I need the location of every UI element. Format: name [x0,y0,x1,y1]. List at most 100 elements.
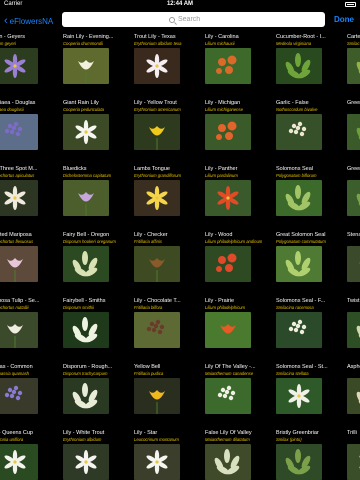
flower-cell[interactable]: Lily - Wood Lilium philadelphicum andinum [205,232,273,296]
flower-thumbnail[interactable] [205,246,251,282]
flower-cell[interactable]: Cucumber-Root - I... Medeola virginiana [276,34,344,98]
flower-thumbnail[interactable] [63,312,109,348]
flower-cell[interactable]: Solomons Seal - St... Smilacina stellata [276,364,344,428]
flower-cell[interactable]: Yellow Bell Fritillaria pudica [134,364,202,428]
flower-latin-name: Medeola virginiana [276,41,312,46]
flower-thumbnail[interactable] [0,48,38,84]
flower-thumbnail[interactable] [205,180,251,216]
flower-thumbnail[interactable] [0,378,38,414]
flower-thumbnail[interactable] [63,246,109,282]
flower-cell[interactable]: ily - Queens CupClintonia uniflora [0,430,60,480]
flower-thumbnail[interactable] [0,114,38,150]
flower-cell[interactable]: Giant Rain Lily Cooperia pedunculata [63,100,131,164]
flower-thumbnail[interactable] [134,180,180,216]
flower-cell[interactable]: nion - GeyersAllium geyeri [0,34,60,98]
flower-thumbnail[interactable] [276,378,322,414]
flower-thumbnail[interactable] [0,312,38,348]
flower-thumbnail[interactable] [0,444,38,480]
flower-cell[interactable]: Stenan [347,232,360,296]
flower-thumbnail[interactable] [276,114,322,150]
flower-cell[interactable]: Fairybell - Smiths Disporum smithii [63,298,131,362]
flower-cell[interactable]: Great Solomon Seal Polygonatum commutatum [276,232,344,296]
flower-thumbnail[interactable] [0,180,38,216]
flower-cell[interactable]: Lily - Chocolate T... Fritillaria biflora [134,298,202,362]
flower-cell[interactable]: Lily Of The Valley -... Maianthemum canad… [205,364,273,428]
flower-latin-name: Leucocrinum montanum [134,437,179,442]
flower-cell[interactable]: Trout Lily - Texas Erythronium albidum te… [134,34,202,98]
flower-common-name: Lily - White Trout [63,430,105,436]
flower-latin-name: Disporum smithii [63,305,94,310]
flower-cell[interactable]: Lily - Yellow Trout Erythronium americanu… [134,100,202,164]
flower-cell[interactable]: False Lily Of Valley Maianthemum dilatatu… [205,430,273,480]
flower-cell[interactable]: y - Three Spot M...Calochortus apiculatu… [0,166,60,230]
flower-latin-name: Erythronium americanum [134,107,181,112]
flower-cell[interactable]: Bluedicks Dichelostemma capitatum [63,166,131,230]
flower-cell[interactable]: Lily - Star Leucocrinum montanum [134,430,202,480]
flower-cell[interactable]: Lily - Panther Lilium pardalinum [205,166,273,230]
flower-cell[interactable]: Lily - Checker Fritillaria affinis [134,232,202,296]
flower-thumbnail[interactable] [276,180,322,216]
flower-cell[interactable]: Lily - Carolina Lilium michauxii [205,34,273,98]
flower-cell[interactable]: Lily - Michigan Lilium michiganense [205,100,273,164]
flower-thumbnail[interactable] [205,444,251,480]
flower-thumbnail[interactable] [63,114,109,150]
flower-thumbnail[interactable] [347,378,360,414]
flower-thumbnail[interactable] [276,444,322,480]
flower-cell[interactable]: Disporum - Rough... Disporum trachycarpum [63,364,131,428]
flower-cell[interactable]: Twist [347,298,360,362]
flower-thumbnail[interactable] [134,312,180,348]
flower-cell[interactable]: Garlic - False Nothoscordum bivalve [276,100,344,164]
flower-thumbnail[interactable] [134,246,180,282]
search-input[interactable] [178,16,218,23]
done-button[interactable]: Done [334,15,354,24]
flower-cell[interactable]: amas - CommonCamassia quamash [0,364,60,428]
flower-thumbnail[interactable] [63,48,109,84]
flower-thumbnail[interactable] [134,114,180,150]
flower-thumbnail[interactable] [0,246,38,282]
flower-thumbnail[interactable] [347,312,360,348]
flower-thumbnail[interactable] [347,114,360,150]
flower-thumbnail[interactable] [205,378,251,414]
flower-common-name: Lily - Star [134,430,158,436]
flower-cell[interactable]: Lily - Prairie Lilium philadelphicum [205,298,273,362]
flower-thumbnail[interactable] [63,444,109,480]
flower-cell[interactable]: Lily - White Trout Erythronium albidum [63,430,131,480]
flower-thumbnail[interactable] [276,312,322,348]
flower-thumbnail[interactable] [134,378,180,414]
flower-cell[interactable]: Green [347,100,360,164]
flower-cell[interactable]: Fairy Bell - Oregon Disporum hookeri oreg… [63,232,131,296]
flower-cell[interactable]: wisted MariposaCalochortus flexuosus [0,232,60,296]
flower-thumbnail[interactable] [205,312,251,348]
flower-thumbnail[interactable] [63,378,109,414]
flower-latin-name: Lilium philadelphicum [205,305,246,310]
flower-cell[interactable]: rodiaea - Douglasrodiaea douglasii [0,100,60,164]
flower-cell[interactable]: Aspho [347,364,360,428]
flower-common-name: wisted Mariposa [0,232,32,238]
flower-cell[interactable]: Solomons Seal Polygonatum biflorum [276,166,344,230]
flower-cell[interactable]: ariposa Tulip - Se...Calochortus nuttall… [0,298,60,362]
flower-thumbnail[interactable] [63,180,109,216]
flower-thumbnail[interactable] [347,180,360,216]
flower-cell[interactable]: Lambs Tongue Erythronium grandiflorum [134,166,202,230]
flower-cell[interactable]: Green [347,166,360,230]
flower-thumbnail[interactable] [205,114,251,150]
flower-thumbnail[interactable] [347,444,360,480]
flower-thumbnail[interactable] [205,48,251,84]
back-button[interactable]: ‹ eFlowersNA [4,14,53,28]
flower-cell[interactable]: Solomons Seal - F... Smilacina racemosa [276,298,344,362]
flower-cell[interactable]: Carte Smilac [347,34,360,98]
flower-cell[interactable]: Bristly Greenbriar Smilax (pinto) [276,430,344,480]
flower-common-name: ily - Queens Cup [0,430,33,436]
flower-cell[interactable]: Trilli [347,430,360,480]
search-field[interactable] [62,12,325,27]
navigation-bar: ‹ eFlowersNA Done [0,10,360,32]
flower-thumbnail[interactable] [347,48,360,84]
flower-thumbnail[interactable] [276,48,322,84]
flower-thumbnail[interactable] [276,246,322,282]
flower-cell[interactable]: Rain Lily - Evening... Cooperia drummondi… [63,34,131,98]
flower-common-name: Lily - Carolina [205,34,239,40]
flower-thumbnail[interactable] [347,246,360,282]
flower-thumbnail[interactable] [134,444,180,480]
flower-latin-name: Polygonatum biflorum [276,173,317,178]
flower-thumbnail[interactable] [134,48,180,84]
